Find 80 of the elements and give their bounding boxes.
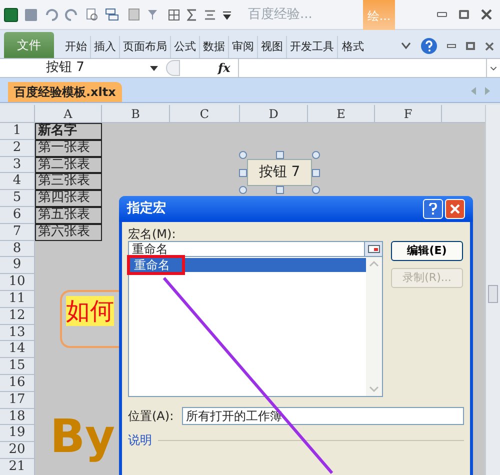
row-header[interactable]: 2 [0,140,35,157]
vertical-scrollbar[interactable] [485,105,500,475]
dialog-button[interactable]: 编辑(E) [391,241,463,261]
minimize-icon[interactable] [447,44,456,48]
row-header[interactable]: 12 [0,308,35,325]
highlight-box [127,255,185,275]
location-label: 位置(A): [128,408,175,425]
wordart-text: By [50,410,116,462]
column-header[interactable]: C [170,105,240,122]
table-cell: 第一张表 [35,140,102,157]
layout-icon[interactable] [105,8,121,21]
row-header[interactable]: 10 [0,274,35,291]
macro-list-item[interactable]: 重命名 [129,258,366,272]
spreadsheet-app-icon [4,8,18,22]
insert-function-button[interactable]: fx [218,59,238,77]
close-icon[interactable] [481,9,492,20]
table-cell: 第六张表 [35,224,102,241]
redo-icon[interactable] [65,8,79,20]
wordart-text: 如何 [66,296,114,326]
formula-bar-handle[interactable] [166,60,180,76]
scroll-left-icon[interactable] [471,87,476,95]
restore-icon[interactable] [466,42,475,50]
list-scrollbar[interactable] [366,257,382,396]
range-select-icon [368,245,380,253]
row-header[interactable]: 21 [0,458,35,475]
help-icon[interactable] [421,38,437,54]
macro-list[interactable]: 重命名 [128,257,383,397]
row-header[interactable]: 15 [0,358,35,375]
column-header[interactable]: E [308,105,375,122]
column-header[interactable]: D [240,105,308,122]
row-header[interactable]: 16 [0,374,35,392]
table-cell: 第五张表 [35,206,102,224]
row-header[interactable]: 14 [0,341,35,358]
question-mark-icon [429,203,437,215]
collapse-dialog-button[interactable] [364,242,382,256]
row-header[interactable]: 8 [0,240,35,258]
macro-name-label: 宏名(M): [128,227,177,241]
undo-icon[interactable] [44,8,58,20]
table-cell: 第四张表 [35,190,102,207]
collapse-ribbon-icon[interactable] [401,42,411,50]
sum-icon[interactable] [187,8,197,20]
row-header[interactable]: 6 [0,206,35,224]
close-icon [450,204,460,214]
macro-name-field[interactable]: 重命名 [128,241,383,257]
table-cell: 第二张表 [35,156,102,174]
workbook-tab[interactable]: 百度经验模板.xltx [8,82,122,102]
dialog-title: 指定宏 [127,200,166,218]
help-button[interactable] [423,199,443,219]
border-grid-icon[interactable] [168,8,180,20]
row-header[interactable]: 3 [0,156,35,174]
scroll-thumb[interactable] [488,285,498,303]
scroll-right-icon[interactable] [485,87,490,95]
row-header[interactable]: 20 [0,442,35,459]
row-header[interactable]: 5 [0,190,35,207]
row-header[interactable]: 9 [0,257,35,274]
row-header[interactable]: 18 [0,408,35,426]
maximize-icon[interactable] [459,10,469,19]
row-header[interactable]: 7 [0,224,35,241]
row-header[interactable]: 1 [0,123,35,140]
minimize-icon[interactable] [437,12,447,17]
column-header[interactable]: A [35,105,102,122]
close-icon[interactable] [485,42,494,50]
name-box[interactable]: 按钮 7 [0,59,150,77]
form-button[interactable]: 按钮 7 [247,159,312,186]
row-header[interactable]: 4 [0,173,35,190]
align-icon[interactable] [204,8,216,20]
row-header[interactable]: 11 [0,290,35,308]
row-header[interactable]: 17 [0,392,35,409]
close-button[interactable] [445,199,465,219]
table-cell: 第三张表 [35,173,102,190]
table-cell: 新名字 [35,123,102,140]
row-header[interactable]: 19 [0,425,35,442]
column-header[interactable]: F [375,105,442,122]
dropdown-arrow-icon[interactable] [150,66,158,70]
description-label: 说明 [128,432,152,449]
window-title: 百度经验... [248,6,312,24]
column-header[interactable]: B [102,105,170,122]
customize-dropdown-icon[interactable] [223,10,231,20]
row-header[interactable]: 13 [0,324,35,342]
print-preview-icon[interactable] [86,8,98,21]
